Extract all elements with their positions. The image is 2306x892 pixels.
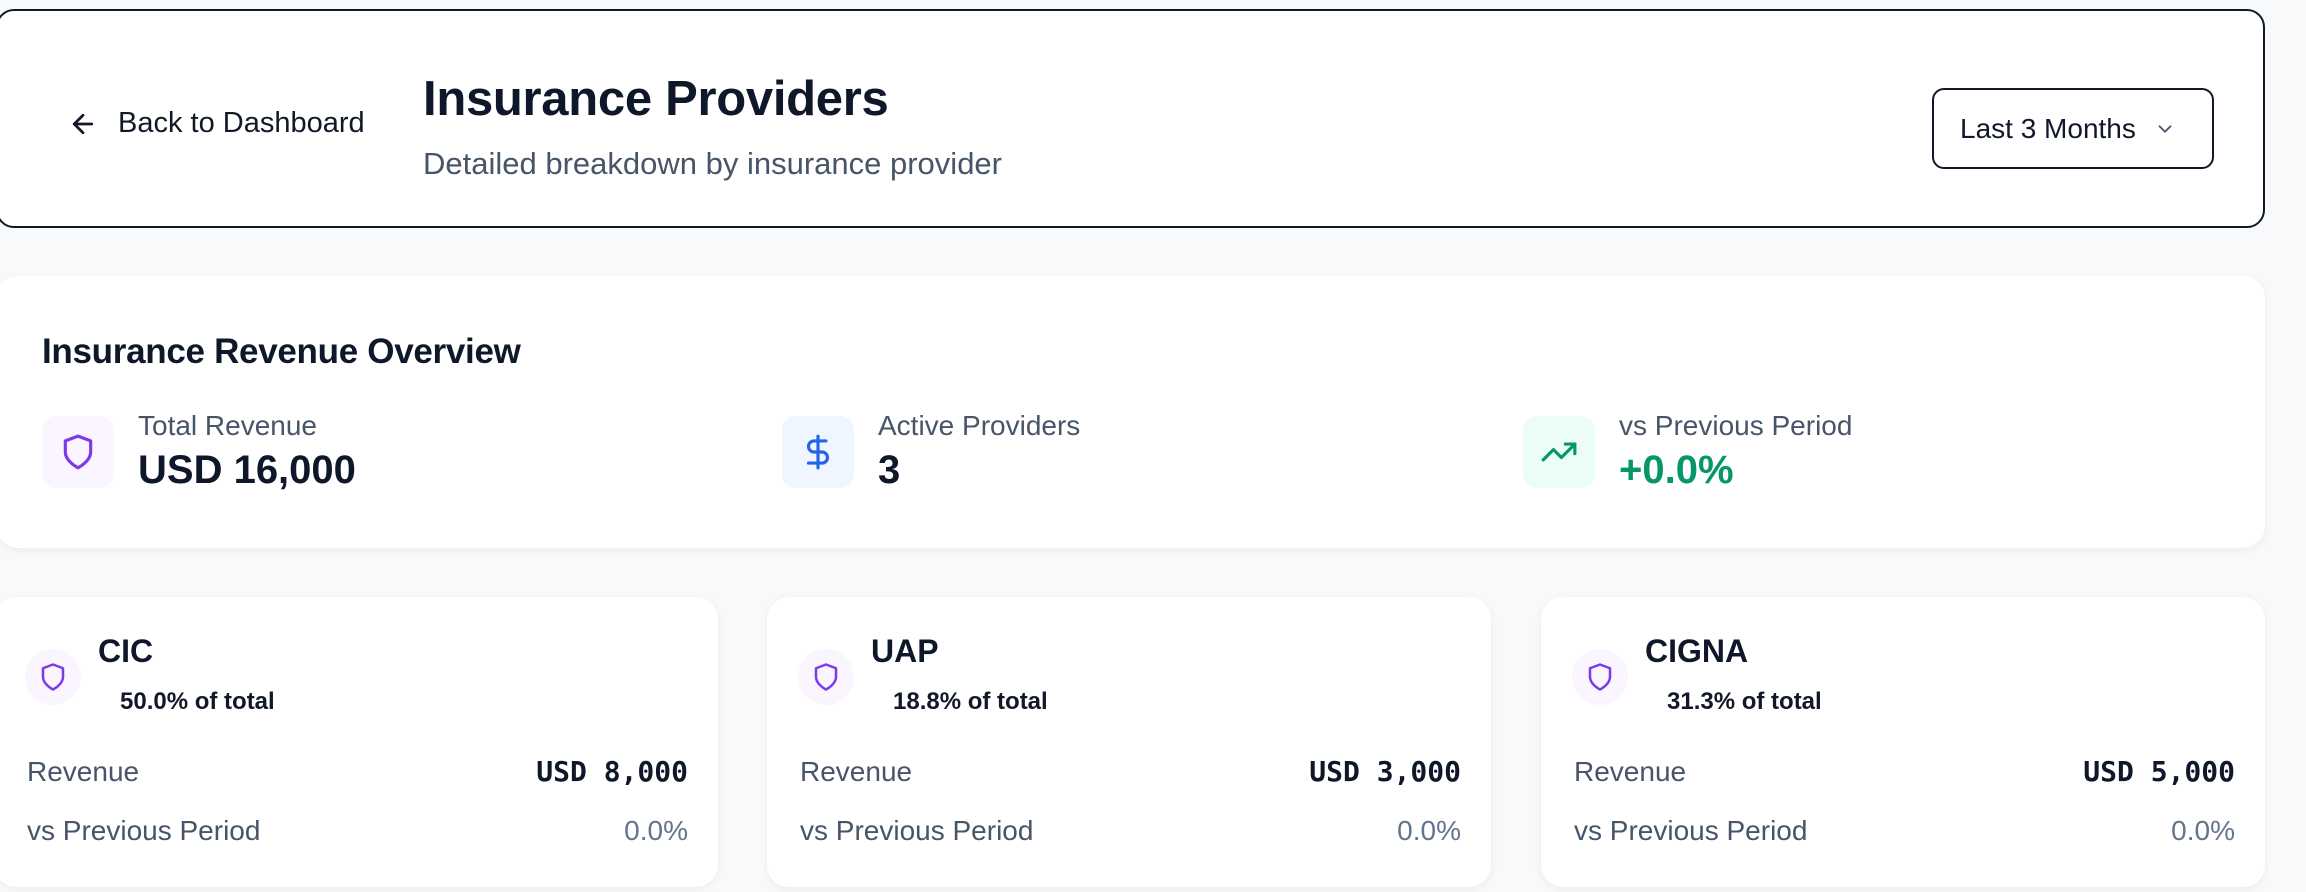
chevron-down-icon [2158, 124, 2172, 133]
revenue-overview-card: Insurance Revenue Overview Total Revenue… [0, 276, 2265, 548]
revenue-label: Revenue [1574, 755, 1687, 787]
change-value: 0.0% [624, 815, 688, 846]
metric-value: +0.0% [1619, 448, 1734, 492]
back-link-label: Back to Dashboard [118, 107, 365, 139]
dollar-icon [806, 434, 829, 470]
overview-title: Insurance Revenue Overview [42, 332, 521, 371]
page-subtitle: Detailed breakdown by insurance provider [423, 146, 1002, 181]
change-label: vs Previous Period [1574, 815, 1808, 846]
revenue-value: USD 8,000 [536, 755, 688, 788]
arrow-left-icon [72, 113, 94, 134]
period-select[interactable]: Last 3 Months [1932, 88, 2214, 169]
revenue-label: Revenue [27, 755, 140, 787]
metric-value: 3 [878, 448, 901, 492]
trending-up-icon [1541, 442, 1577, 462]
metric-label: Total Revenue [138, 410, 318, 441]
provider-share: 50.0% of total [120, 688, 275, 715]
page-title: Insurance Providers [423, 72, 889, 126]
change-label: vs Previous Period [800, 815, 1034, 846]
provider-share: 31.3% of total [1667, 688, 1822, 715]
shield-icon [63, 434, 93, 470]
shield-icon [1588, 663, 1612, 691]
provider-share: 18.8% of total [893, 688, 1048, 715]
period-select-value: Last 3 Months [1960, 112, 2136, 144]
provider-name: UAP [871, 633, 939, 669]
metric-value: USD 16,000 [138, 448, 356, 492]
provider-card-uap[interactable]: UAP 18.8% of total Revenue USD 3,000 vs … [767, 597, 1491, 887]
metric-label: vs Previous Period [1619, 410, 1853, 441]
provider-name: CIGNA [1645, 633, 1749, 669]
revenue-value: USD 5,000 [2083, 755, 2235, 788]
change-value: 0.0% [1397, 815, 1461, 846]
change-value: 0.0% [2171, 815, 2235, 846]
revenue-value: USD 3,000 [1309, 755, 1461, 788]
change-label: vs Previous Period [27, 815, 261, 846]
page-header: Back to Dashboard Insurance Providers De… [0, 9, 2265, 228]
metric-label: Active Providers [878, 410, 1081, 441]
shield-icon [814, 663, 838, 691]
provider-name: CIC [98, 633, 154, 669]
provider-card-cic[interactable]: CIC 50.0% of total Revenue USD 8,000 vs … [0, 597, 718, 887]
revenue-label: Revenue [800, 755, 913, 787]
back-to-dashboard-link[interactable]: Back to Dashboard [68, 107, 365, 140]
shield-icon [41, 663, 65, 691]
provider-card-cigna[interactable]: CIGNA 31.3% of total Revenue USD 5,000 v… [1541, 597, 2265, 887]
